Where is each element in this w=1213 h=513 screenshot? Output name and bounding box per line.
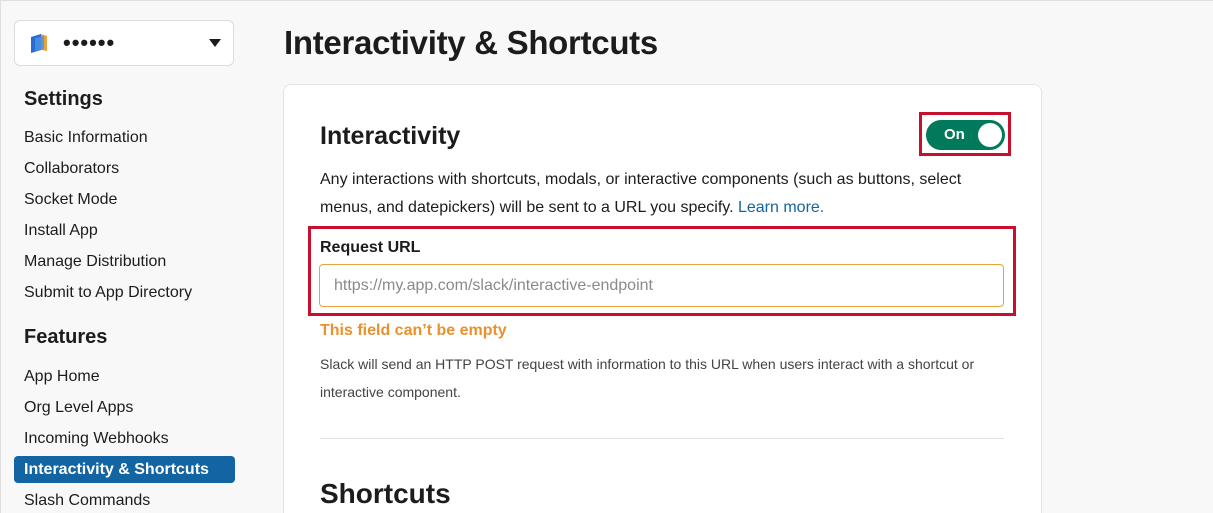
sidebar-item-basic-information[interactable]: Basic Information	[14, 124, 235, 151]
sidebar-item-socket-mode[interactable]: Socket Mode	[14, 186, 235, 213]
sidebar-item-interactivity-shortcuts[interactable]: Interactivity & Shortcuts	[14, 456, 235, 483]
page-title: Interactivity & Shortcuts	[284, 24, 658, 61]
sidebar-item-collaborators[interactable]: Collaborators	[14, 155, 235, 182]
toggle-label: On	[944, 126, 965, 143]
request-url-input[interactable]	[319, 264, 1004, 307]
request-url-error: This field can’t be empty	[320, 322, 507, 339]
sidebar-item-incoming-webhooks[interactable]: Incoming Webhooks	[14, 425, 235, 452]
request-url-label: Request URL	[320, 239, 421, 256]
interactivity-description: Any interactions with shortcuts, modals,…	[320, 166, 1010, 222]
interactivity-section-title: Interactivity	[320, 122, 461, 150]
app-name: ••••••	[63, 30, 116, 55]
shortcuts-section-title: Shortcuts	[320, 478, 451, 509]
sidebar-item-org-level-apps[interactable]: Org Level Apps	[14, 394, 235, 421]
features-heading: Features	[24, 326, 108, 348]
app-switcher[interactable]: ••••••	[14, 20, 234, 66]
sidebar-item-slash-commands[interactable]: Slash Commands	[14, 487, 235, 513]
request-url-help-text: Slack will send an HTTP POST request wit…	[320, 356, 975, 400]
sidebar-item-submit-to-app-directory[interactable]: Submit to App Directory	[14, 279, 235, 306]
toggle-knob	[978, 123, 1002, 147]
interactivity-toggle[interactable]: On	[926, 120, 1005, 150]
chevron-down-icon	[209, 39, 221, 47]
section-divider	[320, 438, 1004, 439]
sidebar: •••••• Settings Basic Information Collab…	[0, 0, 260, 513]
learn-more-link[interactable]: Learn more.	[738, 199, 824, 216]
sidebar-item-manage-distribution[interactable]: Manage Distribution	[14, 248, 235, 275]
sidebar-item-install-app[interactable]: Install App	[14, 217, 235, 244]
sidebar-item-app-home[interactable]: App Home	[14, 363, 235, 390]
app-logo-icon	[31, 34, 47, 53]
settings-heading: Settings	[24, 88, 103, 110]
description-text: Any interactions with shortcuts, modals,…	[320, 171, 962, 216]
